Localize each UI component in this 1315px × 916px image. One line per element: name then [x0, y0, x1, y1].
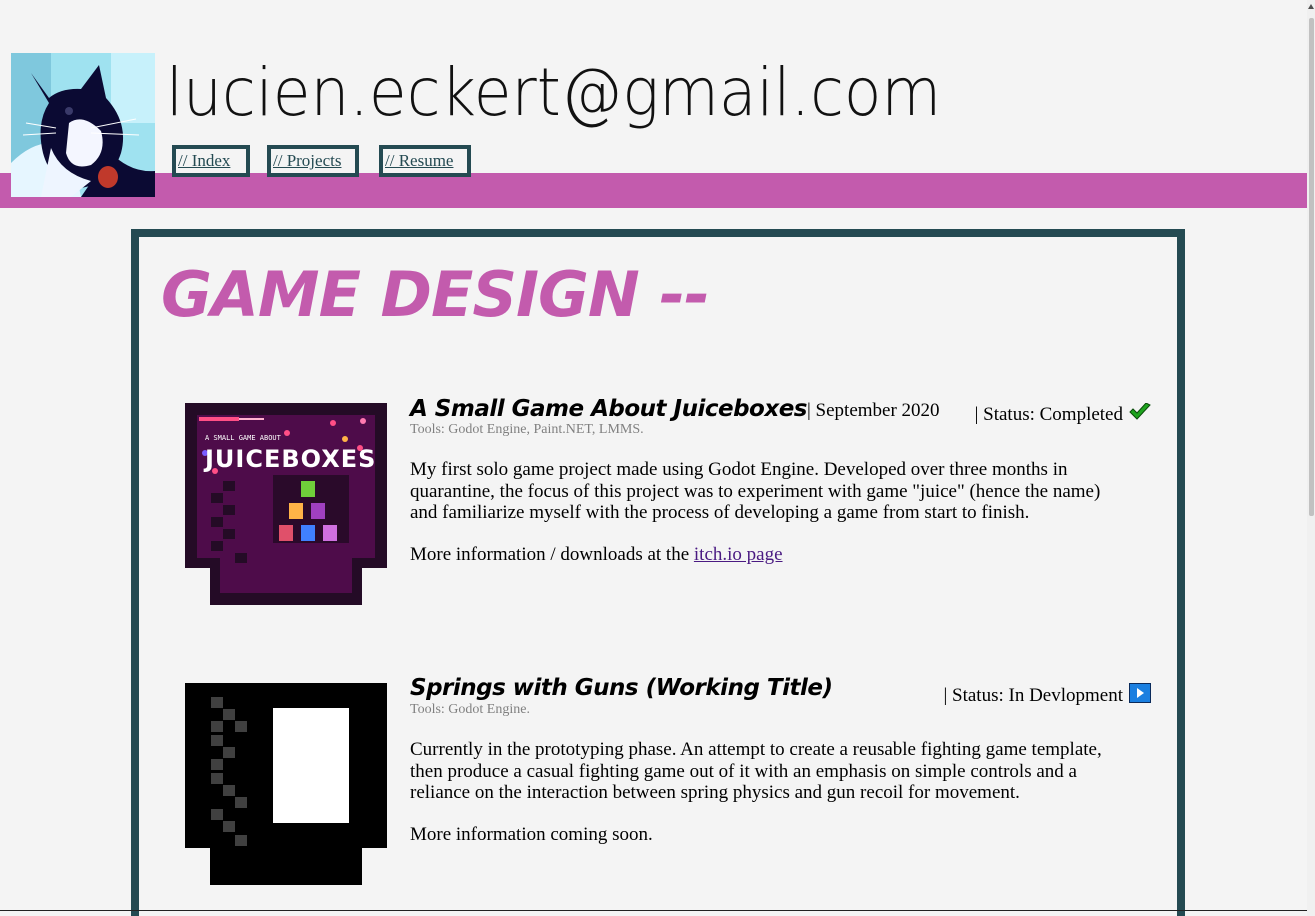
- project-tools: Tools: Godot Engine, Paint.NET, LMMS.: [410, 422, 644, 437]
- project-thumbnail[interactable]: [185, 683, 387, 892]
- project-status-text: | Status: In Devlopment: [943, 685, 1123, 706]
- project-description: Currently in the prototyping phase. An a…: [410, 739, 1102, 803]
- project-tools: Tools: Godot Engine.: [410, 702, 530, 717]
- header-band: [0, 173, 1307, 208]
- nav-index-link[interactable]: // Index: [172, 145, 250, 177]
- scrollbar-thumb[interactable]: [1309, 18, 1314, 516]
- project-title: Springs with Guns (Working Title): [410, 674, 833, 702]
- project-more-info-prefix: More information / downloads at the: [410, 544, 694, 565]
- thumbnail-caption-main: JUICEBOXES: [203, 445, 376, 473]
- page: lucien.eckert@gmail.com // Index // Proj…: [0, 0, 1315, 916]
- project-status: | Status: In Devlopment: [943, 683, 1151, 709]
- nav-projects-link[interactable]: // Projects: [267, 145, 359, 177]
- project-more-info: More information coming soon.: [410, 824, 653, 845]
- avatar: [11, 53, 155, 197]
- project-date: | September 2020: [806, 400, 940, 421]
- window-bottom-edge: [0, 910, 1307, 911]
- project-title-text: Springs with Guns (Working Title): [410, 675, 833, 701]
- project-status: | Status: Completed: [974, 402, 1151, 427]
- project-status-text: | Status: Completed: [974, 404, 1123, 425]
- play-icon: [1129, 683, 1151, 709]
- itch-io-link[interactable]: itch.io page: [694, 544, 783, 565]
- nav-resume-link[interactable]: // Resume: [379, 145, 471, 177]
- project-title-text: A Small Game About Juiceboxes: [410, 396, 807, 422]
- site-title: lucien.eckert@gmail.com: [166, 54, 942, 131]
- project-more-info: More information / downloads at the itch…: [410, 544, 783, 566]
- project-title: A Small Game About Juiceboxes| September…: [410, 395, 940, 425]
- section-title: GAME DESIGN --: [161, 258, 710, 331]
- project-thumbnail[interactable]: A SMALL GAME ABOUT JUICEBOXES: [185, 403, 387, 612]
- thumbnail-caption-top: A SMALL GAME ABOUT: [205, 434, 282, 442]
- checkmark-icon: [1129, 402, 1151, 427]
- scroll-up-arrow-icon[interactable]: [1308, 4, 1314, 9]
- main-content: GAME DESIGN -- A SMALL GAME ABOUT JUICEB…: [131, 229, 1185, 916]
- project-description: My first solo game project made using Go…: [410, 459, 1101, 523]
